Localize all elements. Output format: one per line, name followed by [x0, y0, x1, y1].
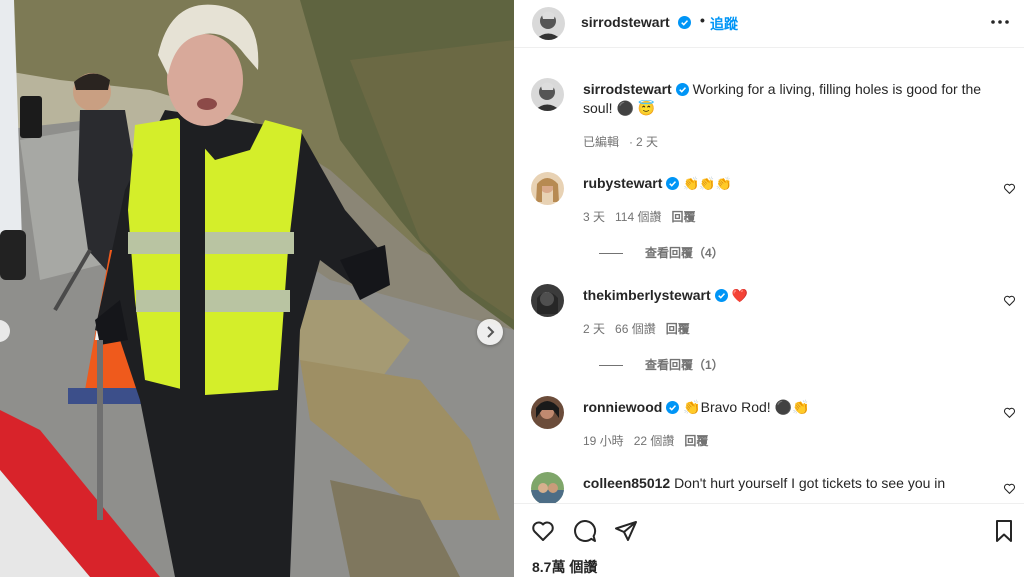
- view-replies-label[interactable]: 查看回覆（4）: [645, 246, 724, 260]
- caption-text: sirrodstewart Working for a living, fill…: [583, 80, 998, 118]
- comment-username[interactable]: thekimberlystewart: [583, 287, 711, 303]
- comment-time[interactable]: 2 天: [583, 322, 605, 336]
- caption-username[interactable]: sirrodstewart: [583, 81, 672, 97]
- caption-author-avatar[interactable]: [531, 78, 564, 111]
- verified-badge-icon: [666, 401, 680, 414]
- post-likes-count[interactable]: 8.7萬 個讚: [532, 557, 597, 577]
- reply-button[interactable]: 回覆: [671, 210, 695, 224]
- follow-button[interactable]: 追蹤: [710, 14, 738, 34]
- next-media-button[interactable]: [477, 319, 503, 345]
- comment-time[interactable]: 19 小時: [583, 434, 624, 448]
- comment-body: 👏Bravo Rod! ⚫👏: [683, 399, 810, 415]
- author-username[interactable]: sirrodstewart: [581, 14, 691, 30]
- post-media[interactable]: [0, 0, 514, 577]
- verified-badge-icon: [666, 177, 680, 190]
- divider: [599, 253, 623, 255]
- comment-body: ❤️: [731, 289, 748, 304]
- more-options-icon[interactable]: [990, 12, 1010, 32]
- reply-button[interactable]: 回覆: [666, 322, 690, 336]
- comments-list[interactable]: sirrodstewart Working for a living, fill…: [514, 48, 1024, 503]
- commenter-avatar[interactable]: [531, 472, 564, 503]
- view-replies-button[interactable]: 查看回覆（4）: [599, 244, 724, 261]
- comment-body: Don't hurt yourself I got tickets to see…: [674, 475, 946, 491]
- heart-icon[interactable]: [1003, 482, 1016, 495]
- comment-meta: 19 小時 22 個讚 回覆: [583, 432, 718, 449]
- commenter-avatar[interactable]: [531, 396, 564, 429]
- comment-username[interactable]: colleen85012: [583, 475, 670, 491]
- view-replies-label[interactable]: 查看回覆（1）: [645, 358, 724, 372]
- comment-likes[interactable]: 66 個讚: [615, 322, 656, 336]
- comment-body: 👏👏👏: [683, 177, 732, 192]
- heart-icon[interactable]: [1003, 182, 1016, 195]
- verified-badge-icon: [714, 289, 728, 302]
- comment-username[interactable]: ronniewood: [583, 399, 662, 415]
- verified-badge-icon: [675, 83, 689, 96]
- divider: [599, 365, 623, 367]
- heart-icon[interactable]: [531, 519, 555, 543]
- author-avatar[interactable]: [532, 7, 565, 40]
- post-photo: [0, 0, 514, 577]
- heart-icon[interactable]: [1003, 406, 1016, 419]
- commenter-avatar[interactable]: [531, 172, 564, 205]
- heart-icon[interactable]: [1003, 294, 1016, 307]
- comment-text: ronniewood 👏Bravo Rod! ⚫👏: [583, 398, 998, 417]
- edited-label: 已編輯: [583, 135, 620, 149]
- commenter-avatar[interactable]: [531, 284, 564, 317]
- comment-likes[interactable]: 114 個讚: [615, 210, 661, 224]
- reply-button[interactable]: 回覆: [684, 434, 708, 448]
- caption-meta: 已編輯 · 2 天: [583, 135, 659, 149]
- view-replies-button[interactable]: 查看回覆（1）: [599, 356, 724, 373]
- header-separator: •: [700, 12, 705, 28]
- bookmark-icon[interactable]: [992, 519, 1016, 543]
- comment-likes[interactable]: 22 個讚: [634, 434, 675, 448]
- author-username-text[interactable]: sirrodstewart: [581, 14, 670, 30]
- comment-text: rubystewart 👏👏👏: [583, 174, 998, 194]
- comment-meta: 2 天 66 個讚 回覆: [583, 320, 700, 337]
- post-header: sirrodstewart • 追蹤: [514, 0, 1024, 48]
- comment-text: thekimberlystewart ❤️: [583, 286, 998, 306]
- send-icon[interactable]: [614, 519, 638, 543]
- comment-text: colleen85012 Don't hurt yourself I got t…: [583, 474, 998, 493]
- comment-icon[interactable]: [573, 519, 597, 543]
- verified-badge-icon: [677, 16, 691, 29]
- chevron-right-icon: [487, 326, 495, 338]
- comment-meta: 3 天 114 個讚 回覆: [583, 208, 706, 225]
- comment-time[interactable]: 3 天: [583, 210, 605, 224]
- caption-time[interactable]: 2 天: [636, 135, 658, 149]
- post-details-panel: sirrodstewart • 追蹤 sirrodstewart Working…: [514, 0, 1024, 577]
- comment-username[interactable]: rubystewart: [583, 175, 662, 191]
